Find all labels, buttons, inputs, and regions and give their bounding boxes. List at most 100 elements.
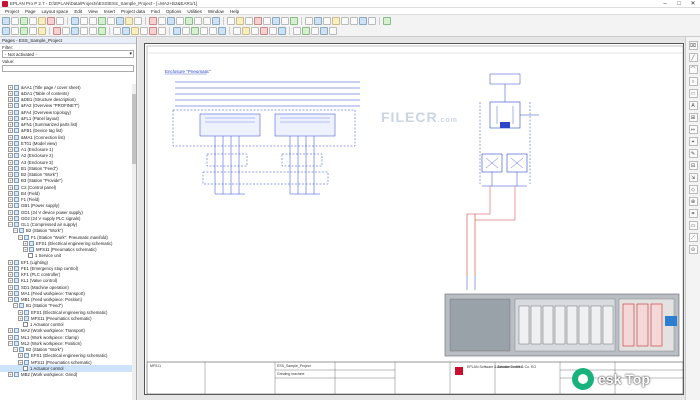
expand-icon[interactable]: + [8, 372, 13, 378]
toolbar-tool-icon[interactable] [149, 17, 157, 25]
toolbar-tool-icon[interactable] [269, 27, 277, 35]
expand-icon[interactable]: + [8, 278, 13, 284]
toolbar-tool-icon[interactable] [2, 17, 10, 25]
expand-icon[interactable]: + [8, 215, 13, 221]
toolbar-tool-icon[interactable] [2, 27, 10, 35]
toolbar-tool-icon[interactable] [359, 17, 367, 25]
toolbar-tool-icon[interactable] [56, 17, 64, 25]
toolbar-tool-icon[interactable] [116, 17, 124, 25]
expand-icon[interactable]: + [18, 309, 23, 315]
toolbar-tool-icon[interactable] [242, 27, 250, 35]
collapse-icon[interactable]: − [8, 297, 13, 303]
toolbar-tool-icon[interactable] [131, 27, 139, 35]
expand-icon[interactable]: + [8, 140, 13, 146]
expand-icon[interactable]: + [8, 290, 13, 296]
drawing-tool-icon[interactable]: ◇ [688, 185, 698, 194]
drawing-tool-icon[interactable]: ⊕ [688, 197, 698, 206]
toolbar-tool-icon[interactable] [173, 27, 181, 35]
toolbar-tool-icon[interactable] [329, 27, 337, 35]
toolbar-tool-icon[interactable] [158, 27, 166, 35]
expand-icon[interactable]: + [8, 184, 13, 190]
expand-icon[interactable]: + [8, 190, 13, 196]
drawing-tool-icon[interactable]: ⌗ [688, 209, 698, 218]
expand-icon[interactable]: + [18, 359, 23, 365]
expand-icon[interactable]: + [8, 165, 13, 171]
toolbar-tool-icon[interactable] [185, 17, 193, 25]
drawing-tool-icon[interactable]: ↦ [688, 125, 698, 134]
toolbar-tool-icon[interactable] [209, 27, 217, 35]
schematic-sheet[interactable]: Enclosure "Pneumatic" MFS11 ESS_Sample_P… [144, 43, 684, 395]
collapse-icon[interactable]: − [8, 340, 13, 346]
minimize-button[interactable]: – [658, 0, 672, 8]
drawing-tool-icon[interactable]: ⊟ [688, 161, 698, 170]
toolbar-tool-icon[interactable] [167, 17, 175, 25]
toolbar-tool-icon[interactable] [140, 27, 148, 35]
collapse-icon[interactable]: − [18, 234, 23, 240]
menu-help[interactable]: Help [227, 9, 242, 14]
toolbar-tool-icon[interactable] [323, 17, 331, 25]
drawing-tool-icon[interactable]: ⌧ [688, 41, 698, 50]
toolbar-tool-icon[interactable] [191, 27, 199, 35]
toolbar-tool-icon[interactable] [251, 27, 259, 35]
menu-project[interactable]: Project [2, 9, 22, 14]
expand-icon[interactable]: + [8, 84, 13, 90]
menu-view[interactable]: View [85, 9, 101, 14]
toolbar-tool-icon[interactable] [290, 17, 298, 25]
toolbar-tool-icon[interactable] [182, 27, 190, 35]
collapse-icon[interactable]: − [8, 222, 13, 228]
toolbar-tool-icon[interactable] [125, 17, 133, 25]
expand-icon[interactable]: + [8, 203, 13, 209]
toolbar-tool-icon[interactable] [29, 27, 37, 35]
close-button[interactable]: ✕ [686, 0, 700, 8]
toolbar-tool-icon[interactable] [29, 17, 37, 25]
toolbar-tool-icon[interactable] [350, 17, 358, 25]
toolbar-tool-icon[interactable] [200, 27, 208, 35]
menu-project-data[interactable]: Project data [118, 9, 148, 14]
collapse-icon[interactable]: − [13, 347, 18, 353]
toolbar-tool-icon[interactable] [281, 17, 289, 25]
toolbar-tool-icon[interactable] [320, 27, 328, 35]
toolbar-tool-icon[interactable] [20, 27, 28, 35]
toolbar-tool-icon[interactable] [62, 27, 70, 35]
expand-icon[interactable]: + [8, 97, 13, 103]
expand-icon[interactable]: + [18, 315, 23, 321]
value-input[interactable] [2, 65, 134, 72]
toolbar-tool-icon[interactable] [332, 17, 340, 25]
toolbar-tool-icon[interactable] [47, 17, 55, 25]
toolbar-tool-icon[interactable] [278, 27, 286, 35]
toolbar-tool-icon[interactable] [236, 17, 244, 25]
toolbar-tool-icon[interactable] [302, 27, 310, 35]
expand-icon[interactable]: + [8, 284, 13, 290]
menu-page[interactable]: Page [22, 9, 39, 14]
toolbar-tool-icon[interactable] [314, 17, 322, 25]
toolbar-tool-icon[interactable] [71, 17, 79, 25]
toolbar-tool-icon[interactable] [89, 17, 97, 25]
expand-icon[interactable]: + [8, 209, 13, 215]
expand-icon[interactable]: + [23, 247, 28, 253]
menu-layout-space[interactable]: Layout space [39, 9, 72, 14]
drawing-tool-icon[interactable]: ▭ [688, 221, 698, 230]
drawing-canvas[interactable]: Enclosure "Pneumatic" MFS11 ESS_Sample_P… [138, 37, 685, 400]
toolbar-tool-icon[interactable] [260, 27, 268, 35]
drawing-tool-icon[interactable]: ○ [688, 77, 698, 86]
toolbar-tool-icon[interactable] [368, 17, 376, 25]
drawing-tool-icon[interactable]: ⌖ [688, 137, 698, 146]
expand-icon[interactable]: + [23, 240, 28, 246]
toolbar-tool-icon[interactable] [134, 17, 142, 25]
collapse-icon[interactable]: − [13, 228, 18, 234]
toolbar-tool-icon[interactable] [107, 17, 115, 25]
toolbar-tool-icon[interactable] [38, 27, 46, 35]
toolbar-tool-icon[interactable] [227, 17, 235, 25]
scrollbar-thumb[interactable] [132, 94, 136, 164]
expand-icon[interactable]: + [8, 122, 13, 128]
toolbar-tool-icon[interactable] [158, 17, 166, 25]
toolbar-tool-icon[interactable] [98, 27, 106, 35]
collapse-icon[interactable]: − [13, 303, 18, 309]
toolbar-tool-icon[interactable] [89, 27, 97, 35]
filter-dropdown[interactable]: - Not activated - ▾ [2, 50, 134, 58]
toolbar-tool-icon[interactable] [80, 27, 88, 35]
maximize-button[interactable]: □ [672, 0, 686, 8]
toolbar-tool-icon[interactable] [293, 27, 301, 35]
tree-item[interactable]: + MB2 (Work workpiece: Grind) [0, 372, 136, 378]
expand-icon[interactable]: + [8, 334, 13, 340]
